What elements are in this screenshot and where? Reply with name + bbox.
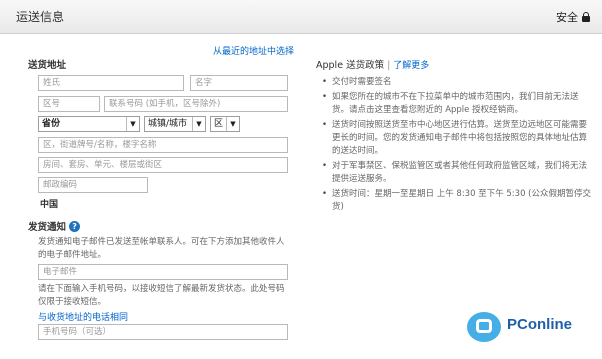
policy-item: 对于军事禁区、保税监管区或者其他任何政府监管区域，我们将无法提供运送服务。 (320, 160, 592, 186)
province-select[interactable]: 省份 ▼ (38, 116, 140, 132)
watermark: PConline (467, 312, 572, 342)
first-name-field[interactable]: 名字 (190, 75, 288, 91)
shipping-form: 从最近的地址中选择 送货地址 姓氏 名字 区号 联系号码 (如手机，区号除外) … (0, 35, 602, 359)
country-label: 中国 (40, 200, 59, 210)
pconline-logo-icon (467, 312, 501, 342)
unit-field[interactable]: 房间、套房、单元、楼层或街区 (38, 157, 288, 173)
learn-more-link[interactable]: 了解更多 (393, 61, 429, 71)
area-code-field[interactable]: 区号 (38, 96, 100, 112)
city-value: 城镇/城市 (148, 119, 188, 129)
page-title: 运送信息 (16, 10, 65, 24)
chevron-down-icon: ▼ (126, 117, 139, 131)
shipping-address-label: 送货地址 (28, 60, 67, 71)
district-select[interactable]: 区 ▼ (210, 116, 240, 132)
header-bar: 运送信息 安全 (0, 0, 602, 34)
policy-item: 送货时间按照送货至市中心地区进行估算。送货至边远地区可能需要更长的时间。您的发货… (320, 119, 592, 158)
policy-header: Apple 送货政策 | 了解更多 (316, 60, 430, 71)
notification-description: 发货通知电子邮件已发送至帐单联系人。可在下方添加其他收件人的电子邮件地址。 (38, 237, 285, 260)
email-field[interactable]: 电子邮件 (38, 264, 288, 280)
postal-code-field[interactable]: 邮政编码 (38, 177, 148, 193)
policy-item: 送货时间：星期一至星期日 上午 8:30 至下午 5:30 (公众假期暂停交货) (320, 188, 592, 214)
last-name-field[interactable]: 姓氏 (38, 75, 184, 91)
shipping-notification-label: 发货通知 ? (28, 219, 81, 233)
chevron-down-icon: ▼ (226, 117, 239, 131)
sms-description: 请在下面输入手机号码，以接收短信了解最新发货状态。此处号码仅限于接收短信。 (38, 284, 285, 307)
city-select[interactable]: 城镇/城市 ▼ (144, 116, 206, 132)
shipping-notification-text: 发货通知 (28, 222, 67, 233)
district-value: 区 (214, 119, 224, 129)
policy-item: 交付时需要签名 (320, 76, 592, 89)
province-value: 省份 (42, 119, 61, 129)
chevron-down-icon: ▼ (192, 117, 205, 131)
secure-indicator: 安全 (556, 9, 590, 25)
lock-icon (582, 12, 590, 22)
select-recent-address-link[interactable]: 从最近的地址中选择 (213, 44, 294, 57)
help-icon[interactable]: ? (69, 220, 81, 232)
mobile-field[interactable]: 手机号码（可选） (38, 324, 288, 340)
phone-field[interactable]: 联系号码 (如手机，区号除外) (104, 96, 288, 112)
policy-list: 交付时需要签名 如果您所在的城市不在下拉菜单中的城市范围内，我们目前无法送货。请… (320, 76, 592, 216)
street-field[interactable]: 区，街道牌号/名称，楼字名称 (38, 137, 288, 153)
policy-item: 如果您所在的城市不在下拉菜单中的城市范围内，我们目前无法送货。请点击这里查看您附… (320, 91, 592, 117)
vendor-link[interactable]: 与收货地址的电话相同 (38, 310, 128, 323)
secure-label: 安全 (556, 11, 578, 24)
watermark-text: PConline (507, 315, 573, 333)
policy-title: Apple 送货政策 (316, 60, 385, 71)
